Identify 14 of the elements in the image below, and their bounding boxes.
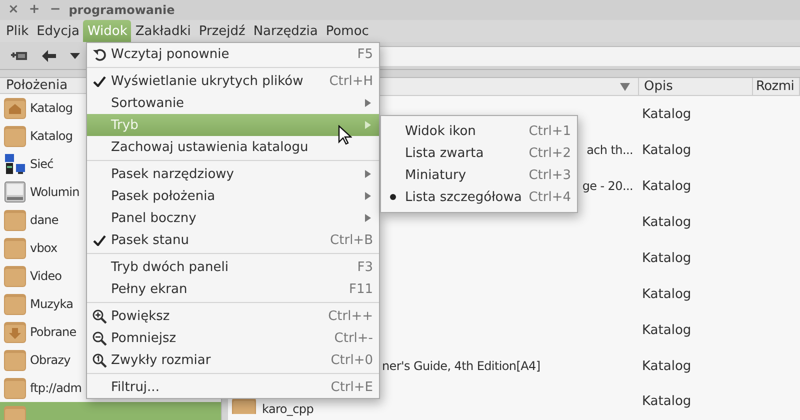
file-name: karo_cpp [262, 402, 314, 416]
file-description: Katalog [641, 106, 692, 122]
file-description: Katalog [641, 142, 692, 158]
file-description: Katalog [641, 214, 692, 230]
file-description: Katalog [641, 178, 692, 194]
file-description: Katalog [641, 358, 692, 374]
window-title: programowanie [68, 3, 175, 17]
file-name: ge - 20... [582, 179, 633, 193]
file-description: Katalog [641, 322, 692, 338]
file-description: Katalog [641, 286, 692, 302]
file-name: ner's Guide, 4th Edition[A4] [382, 359, 540, 373]
file-name: ach th... [586, 143, 633, 157]
file-description: Katalog [641, 250, 692, 266]
file-description: Katalog [641, 394, 692, 409]
